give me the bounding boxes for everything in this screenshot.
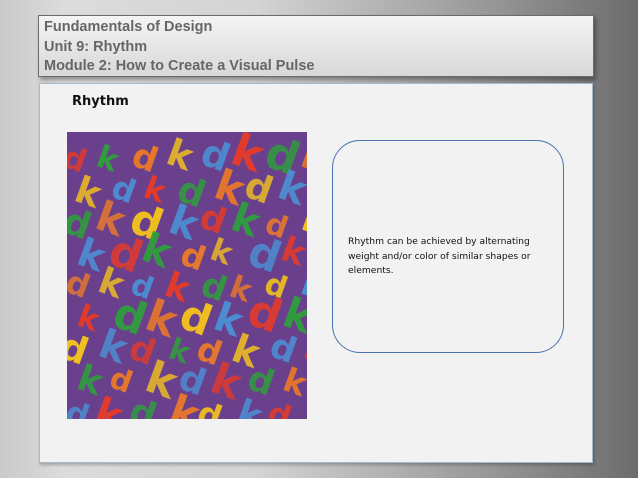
module-title: Module 2: How to Create a Visual Pulse [44,58,315,74]
module-title-bar: Fundamentals of Design Unit 9: Rhythm Mo… [38,15,594,77]
unit-title: Unit 9: Rhythm [44,38,148,55]
callout-box: Rhythm can be achieved by alternating we… [332,140,564,353]
callout-text: Rhythm can be achieved by alternating we… [348,236,531,276]
slide-content-panel: Rhythm dkdkdkdkkdkdkdkddkdkdkdkkdkdkdkdd… [39,83,593,463]
artwork-svg: dkdkdkdkkdkdkdkddkdkdkdkkdkdkdkddkdkdkdk… [67,132,307,419]
course-title: Fundamentals of Design [44,19,213,35]
slide-heading: Rhythm [72,94,129,109]
rhythm-letters-artwork: dkdkdkdkkdkdkdkddkdkdkdkkdkdkdkddkdkdkdk… [67,132,307,419]
